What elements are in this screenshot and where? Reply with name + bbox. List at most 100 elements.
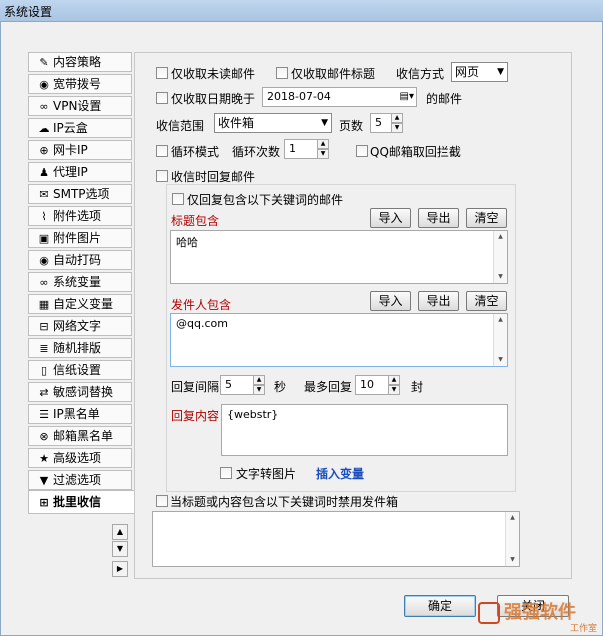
dropdown-arrow-icon: ▼ [321, 118, 328, 128]
tab-infinity[interactable]: ∞ 系统变量 [28, 272, 132, 292]
reply-interval-stepper[interactable]: 5 ▲ ▼ [220, 375, 265, 395]
interval-down-button[interactable]: ▼ [253, 385, 265, 395]
scroll-up-icon[interactable]: ▲ [494, 314, 507, 326]
qq-intercept-checkbox[interactable] [356, 145, 368, 157]
scope-select[interactable]: 收件箱 ▼ [214, 113, 332, 133]
window-title: 系统设置 [4, 5, 53, 19]
ok-button[interactable]: 确定 [404, 595, 476, 617]
tab-label: 网卡IP [53, 143, 88, 157]
max-reply-label: 最多回复 [304, 380, 353, 394]
reply-content-value: {webstr} [227, 408, 279, 421]
tab-shuffle[interactable]: ⇄ 敏感词替换 [28, 382, 132, 402]
tab-label: 网络文字 [53, 319, 102, 333]
insert-variable-link[interactable]: 插入变量 [316, 465, 364, 482]
tab-inbox[interactable]: ⊞ 批里收信 [28, 490, 135, 514]
tab-filter[interactable]: ▼ 过滤选项 [28, 470, 132, 490]
scroll-up-icon[interactable]: ▲ [506, 512, 519, 524]
tab-scroll-up-button[interactable]: ▲ [112, 524, 128, 540]
tab-star[interactable]: ★ 高级选项 [28, 448, 132, 468]
tab-scroll-down-button[interactable]: ▼ [112, 541, 128, 557]
reply-interval-label: 回复间隔 [171, 380, 220, 394]
sender-export-button[interactable]: 导出 [418, 291, 459, 311]
tab-document[interactable]: ▯ 信纸设置 [28, 360, 132, 380]
tab-image[interactable]: ▣ 附件图片 [28, 228, 132, 248]
tab-user-tree[interactable]: ♟ 代理IP [28, 162, 132, 182]
loop-count-stepper[interactable]: 1 ▲ ▼ [284, 139, 329, 159]
sender-clear-button[interactable]: 清空 [466, 291, 507, 311]
vertical-scrollbar[interactable]: ▲ ▼ [493, 314, 507, 366]
tab-link[interactable]: ∞ VPN设置 [28, 96, 132, 116]
cloud-icon: ☁ [38, 122, 50, 135]
tab-pencil[interactable]: ✎ 内容策略 [28, 52, 132, 72]
subject-contains-value: 哈哈 [176, 236, 198, 249]
loop-down-button[interactable]: ▼ [317, 149, 329, 159]
tab-paperclip[interactable]: ⌇ 附件选项 [28, 206, 132, 226]
watermark: 强强软件 工作室 [478, 596, 603, 636]
max-reply-value: 10 [360, 378, 374, 391]
link-icon: ∞ [39, 100, 49, 113]
text-to-image-checkbox[interactable] [220, 467, 232, 479]
subject-clear-button[interactable]: 清空 [466, 208, 507, 228]
vertical-scrollbar[interactable]: ▲ ▼ [505, 512, 519, 566]
tab-globe-grid[interactable]: ⊕ 网卡IP [28, 140, 132, 160]
subject-export-button[interactable]: 导出 [418, 208, 459, 228]
date-after-checkbox[interactable] [156, 92, 168, 104]
disable-sender-checkbox[interactable] [156, 495, 168, 507]
eye-icon: ◉ [39, 254, 49, 267]
reply-keyword-checkbox[interactable] [172, 193, 184, 205]
pencil-icon: ✎ [39, 56, 49, 69]
subject-contains-label: 标题包含 [171, 214, 220, 228]
loop-up-button[interactable]: ▲ [317, 139, 329, 149]
pages-up-button[interactable]: ▲ [391, 113, 403, 123]
sender-import-button[interactable]: 导入 [370, 291, 411, 311]
date-suffix-label: 的邮件 [426, 92, 463, 106]
envelope-icon: ✉ [39, 188, 49, 201]
tab-list[interactable]: ☰ IP黑名单 [28, 404, 132, 424]
tab-block[interactable]: ⊗ 邮箱黑名单 [28, 426, 132, 446]
block-icon: ⊗ [39, 430, 49, 443]
unread-only-checkbox[interactable] [156, 67, 168, 79]
tab-eye[interactable]: ◉ 自动打码 [28, 250, 132, 270]
calendar-dropdown-icon[interactable]: ▤▾ [400, 88, 414, 106]
scroll-down-icon[interactable]: ▼ [494, 354, 507, 366]
tab-book[interactable]: ⊟ 网络文字 [28, 316, 132, 336]
interval-up-button[interactable]: ▲ [253, 375, 265, 385]
pages-down-button[interactable]: ▼ [391, 123, 403, 133]
reply-on-receive-label: 收信时回复邮件 [171, 170, 256, 184]
subject-only-checkbox[interactable] [276, 67, 288, 79]
tab-globe[interactable]: ◉ 宽带拨号 [28, 74, 132, 94]
disable-sender-label: 当标题或内容包含以下关键词时禁用发件箱 [170, 495, 399, 509]
reply-content-textarea[interactable]: {webstr} [221, 404, 508, 456]
tab-label: 信纸设置 [53, 363, 102, 377]
tab-scroll-right-button[interactable]: ▶ [112, 561, 128, 577]
scroll-up-icon[interactable]: ▲ [494, 231, 507, 243]
vertical-scrollbar[interactable]: ▲ ▼ [493, 231, 507, 283]
date-picker[interactable]: 2018-07-04 ▤▾ [262, 87, 417, 107]
user-tree-icon: ♟ [39, 166, 49, 179]
tab-envelope[interactable]: ✉ SMTP选项 [28, 184, 132, 204]
scroll-down-icon[interactable]: ▼ [494, 271, 507, 283]
inbox-icon: ⊞ [39, 496, 49, 509]
max-reply-stepper[interactable]: 10 ▲ ▼ [355, 375, 400, 395]
scroll-down-icon[interactable]: ▼ [506, 554, 519, 566]
loop-mode-checkbox[interactable] [156, 145, 168, 157]
list-icon: ☰ [39, 408, 49, 421]
tab-cloud[interactable]: ☁ IP云盒 [28, 118, 132, 138]
subject-contains-textarea[interactable]: 哈哈 ▲ ▼ [170, 230, 508, 284]
reply-on-receive-checkbox[interactable] [156, 170, 168, 182]
tab-layers[interactable]: ≣ 随机排版 [28, 338, 132, 358]
tab-grid[interactable]: ▦ 自定义变量 [28, 294, 132, 314]
subject-import-button[interactable]: 导入 [370, 208, 411, 228]
image-icon: ▣ [38, 232, 50, 245]
max-up-button[interactable]: ▲ [388, 375, 400, 385]
tab-label: IP云盒 [53, 121, 88, 135]
pages-stepper[interactable]: 5 ▲ ▼ [370, 113, 403, 133]
tab-label: 批里收信 [53, 495, 102, 509]
receive-mode-select[interactable]: 网页 ▼ [451, 62, 508, 82]
book-icon: ⊟ [39, 320, 49, 333]
max-down-button[interactable]: ▼ [388, 385, 400, 395]
tab-label: 系统变量 [53, 275, 102, 289]
arrow-down-icon: ▼ [116, 544, 124, 553]
sender-contains-textarea[interactable]: @qq.com ▲ ▼ [170, 313, 508, 367]
disable-sender-textarea[interactable]: ▲ ▼ [152, 511, 520, 567]
